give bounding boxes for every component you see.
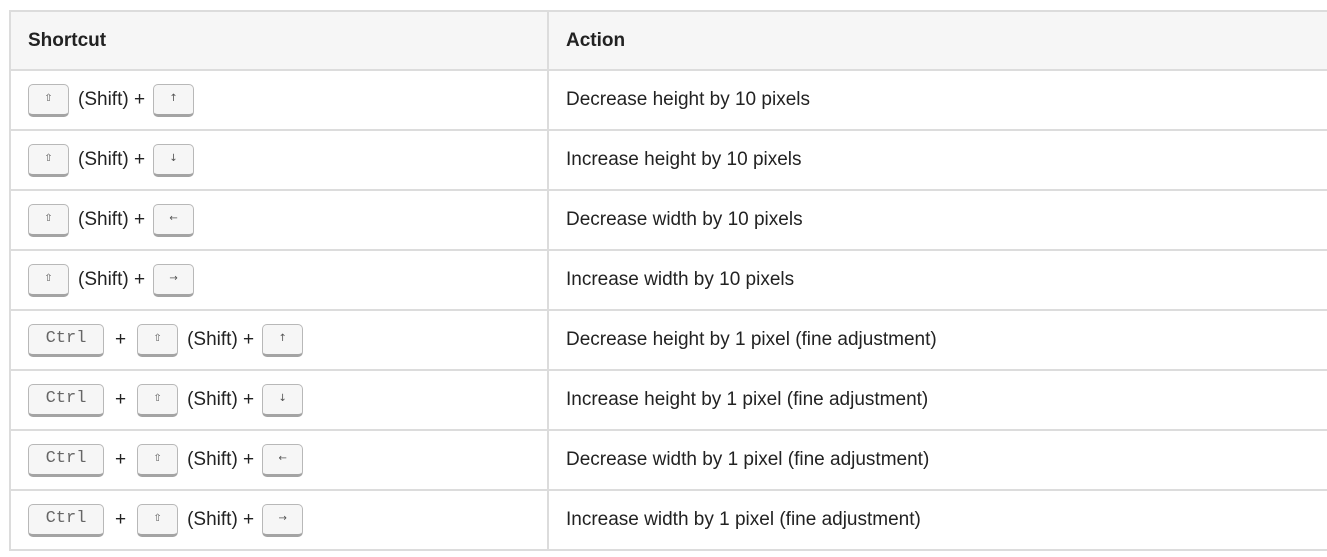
arrow-key: ↓ [153, 143, 195, 177]
shift-key: ⇧ [28, 263, 69, 297]
shortcut-cell: ⇧ (Shift) + ← [9, 189, 549, 251]
ctrl-key: Ctrl [28, 503, 104, 537]
arrow-key: ← [262, 443, 304, 477]
shift-key: ⇧ [28, 83, 69, 117]
table-header-row: Shortcut Action [9, 10, 1327, 71]
shift-key: ⇧ [137, 503, 179, 537]
ctrl-key: Ctrl [28, 383, 104, 417]
shift-key: ⇧ [28, 143, 69, 177]
column-header-shortcut: Shortcut [9, 10, 549, 71]
shortcut-cell: Ctrl + ⇧ (Shift) + → [9, 489, 549, 551]
table-row: ⇧ (Shift) + → Increase width by 10 pixels [9, 249, 1327, 311]
action-cell: Increase height by 1 pixel (fine adjustm… [547, 369, 1327, 431]
arrow-key: → [262, 503, 304, 537]
action-cell: Increase width by 10 pixels [547, 249, 1327, 311]
shift-key: ⇧ [137, 443, 179, 477]
arrow-key: → [153, 263, 195, 297]
table-row: ⇧ (Shift) + ← Decrease width by 10 pixels [9, 189, 1327, 251]
action-cell: Decrease width by 1 pixel (fine adjustme… [547, 429, 1327, 491]
table-row: ⇧ (Shift) + ↑ Decrease height by 10 pixels [9, 69, 1327, 131]
table-body: ⇧ (Shift) + ↑ Decrease height by 10 pixels ⇧… [9, 69, 1327, 551]
shift-key: ⇧ [137, 323, 179, 357]
ctrl-key: Ctrl [28, 443, 104, 477]
arrow-key: ↑ [153, 83, 195, 117]
shortcut-cell: Ctrl + ⇧ (Shift) + ↓ [9, 369, 549, 431]
table-row: Ctrl + ⇧ (Shift) + ↑ Decrease height by 1 pix… [9, 309, 1327, 371]
shift-label: (Shift) + [187, 329, 255, 350]
column-header-action: Action [547, 10, 1327, 71]
shortcut-cell: ⇧ (Shift) + → [9, 249, 549, 311]
shift-label: (Shift) + [78, 149, 146, 170]
table-row: ⇧ (Shift) + ↓ Increase height by 10 pixels [9, 129, 1327, 191]
action-cell: Decrease width by 10 pixels [547, 189, 1327, 251]
table-row: Ctrl + ⇧ (Shift) + → Increase width by 1 pixe… [9, 489, 1327, 551]
action-cell: Decrease height by 10 pixels [547, 69, 1327, 131]
shortcut-cell: ⇧ (Shift) + ↑ [9, 69, 549, 131]
action-cell: Decrease height by 1 pixel (fine adjustm… [547, 309, 1327, 371]
shortcut-cell: Ctrl + ⇧ (Shift) + ← [9, 429, 549, 491]
shift-label: (Shift) + [187, 449, 255, 470]
shift-label: (Shift) + [187, 389, 255, 410]
arrow-key: ↓ [262, 383, 304, 417]
shift-key: ⇧ [28, 203, 69, 237]
plus-separator: + [115, 329, 127, 350]
shift-key: ⇧ [137, 383, 179, 417]
action-cell: Increase width by 1 pixel (fine adjustme… [547, 489, 1327, 551]
shortcut-cell: ⇧ (Shift) + ↓ [9, 129, 549, 191]
shift-label: (Shift) + [187, 509, 255, 530]
arrow-key: ← [153, 203, 195, 237]
plus-separator: + [115, 389, 127, 410]
action-cell: Increase height by 10 pixels [547, 129, 1327, 191]
shift-label: (Shift) + [78, 269, 146, 290]
shortcut-cell: Ctrl + ⇧ (Shift) + ↑ [9, 309, 549, 371]
table-row: Ctrl + ⇧ (Shift) + ↓ Increase height by 1 pix… [9, 369, 1327, 431]
plus-separator: + [115, 449, 127, 470]
shortcuts-table: Shortcut Action ⇧ (Shift) + ↑ Decrease heig… [9, 10, 1327, 551]
ctrl-key: Ctrl [28, 323, 104, 357]
plus-separator: + [115, 509, 127, 530]
shortcuts-page: Shortcut Action ⇧ (Shift) + ↑ Decrease heig… [0, 0, 1327, 557]
shift-label: (Shift) + [78, 209, 146, 230]
arrow-key: ↑ [262, 323, 304, 357]
shift-label: (Shift) + [78, 89, 146, 110]
table-row: Ctrl + ⇧ (Shift) + ← Decrease width by 1 pixe… [9, 429, 1327, 491]
